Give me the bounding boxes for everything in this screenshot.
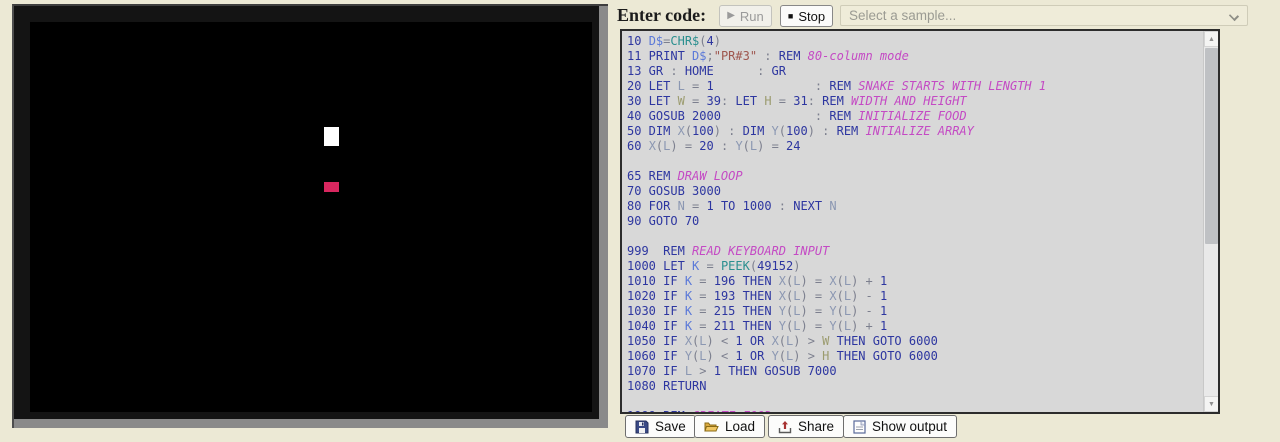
folder-icon (704, 420, 719, 433)
enter-code-label: Enter code: (617, 5, 706, 26)
show-output-button-label: Show output (872, 419, 947, 434)
sample-select-placeholder: Select a sample... (849, 8, 956, 23)
food-block (324, 182, 339, 192)
code-line[interactable]: 10 D$=CHR$(4) (627, 34, 1201, 49)
code-line[interactable]: 1080 RETURN (627, 379, 1201, 394)
play-icon: ▶ (727, 11, 735, 21)
code-line[interactable] (627, 154, 1201, 169)
code-line[interactable]: 1000 LET K = PEEK(49152) (627, 259, 1201, 274)
stop-icon: ■ (788, 12, 793, 21)
code-line[interactable]: 1060 IF Y(L) < 1 OR Y(L) > H THEN GOTO 6… (627, 349, 1201, 364)
save-button-label: Save (655, 419, 686, 434)
code-line[interactable]: 80 FOR N = 1 TO 1000 : NEXT N (627, 199, 1201, 214)
code-line[interactable]: 50 DIM X(100) : DIM Y(100) : REM INTIALI… (627, 124, 1201, 139)
code-listing[interactable]: 10 D$=CHR$(4)11 PRINT D$;"PR#3" : REM 80… (627, 34, 1201, 412)
snake-block (324, 127, 339, 146)
code-line[interactable]: 1040 IF K = 211 THEN Y(L) = Y(L) + 1 (627, 319, 1201, 334)
editor-scrollbar[interactable]: ▲ ▼ (1203, 31, 1218, 412)
show-output-button[interactable]: Show output (843, 415, 957, 438)
stop-button-label: Stop (798, 9, 825, 24)
code-line[interactable]: 1010 IF K = 196 THEN X(L) = X(L) + 1 (627, 274, 1201, 289)
stop-button[interactable]: ■ Stop (780, 5, 833, 27)
code-line[interactable]: 1070 IF L > 1 THEN GOSUB 7000 (627, 364, 1201, 379)
code-line[interactable]: 65 REM DRAW LOOP (627, 169, 1201, 184)
code-line[interactable]: 30 LET W = 39: LET H = 31: REM WIDTH AND… (627, 94, 1201, 109)
floppy-icon (635, 420, 649, 434)
scroll-down-icon[interactable]: ▼ (1204, 396, 1219, 412)
sample-select[interactable]: Select a sample... (840, 5, 1248, 26)
scrollbar-thumb[interactable] (1205, 48, 1218, 244)
chevron-down-icon (1229, 11, 1239, 21)
code-line[interactable]: 999 REM READ KEYBOARD INPUT (627, 244, 1201, 259)
code-line[interactable]: 13 GR : HOME : GR (627, 64, 1201, 79)
run-button-label: Run (740, 9, 764, 24)
code-line[interactable]: 1030 IF K = 215 THEN Y(L) = Y(L) - 1 (627, 304, 1201, 319)
code-line[interactable]: 20 LET L = 1 : REM SNAKE STARTS WITH LEN… (627, 79, 1201, 94)
load-button[interactable]: Load (694, 415, 765, 438)
code-line[interactable]: 40 GOSUB 2000 : REM INITIALIZE FOOD (627, 109, 1201, 124)
code-line[interactable]: 1050 IF X(L) < 1 OR X(L) > W THEN GOTO 6… (627, 334, 1201, 349)
code-line[interactable]: 60 X(L) = 20 : Y(L) = 24 (627, 139, 1201, 154)
code-line[interactable]: 70 GOSUB 3000 (627, 184, 1201, 199)
code-line[interactable]: 1020 IF K = 193 THEN X(L) = X(L) - 1 (627, 289, 1201, 304)
save-button[interactable]: Save (625, 415, 696, 438)
output-document-icon (853, 420, 866, 434)
code-line[interactable] (627, 394, 1201, 409)
code-editor[interactable]: 10 D$=CHR$(4)11 PRINT D$;"PR#3" : REM 80… (620, 29, 1220, 414)
crt-bezel (14, 6, 599, 419)
code-line[interactable]: 1999 REM CREATE FOOD (627, 409, 1201, 414)
run-button[interactable]: ▶ Run (719, 5, 772, 27)
share-button[interactable]: Share (768, 415, 844, 438)
share-button-label: Share (798, 419, 834, 434)
code-line[interactable]: 90 GOTO 70 (627, 214, 1201, 229)
share-icon (778, 420, 792, 434)
crt-monitor-frame (12, 4, 608, 428)
scroll-up-icon[interactable]: ▲ (1204, 31, 1219, 47)
load-button-label: Load (725, 419, 755, 434)
code-line[interactable] (627, 229, 1201, 244)
code-line[interactable]: 11 PRINT D$;"PR#3" : REM 80-column mode (627, 49, 1201, 64)
graphics-screen[interactable] (30, 22, 592, 412)
